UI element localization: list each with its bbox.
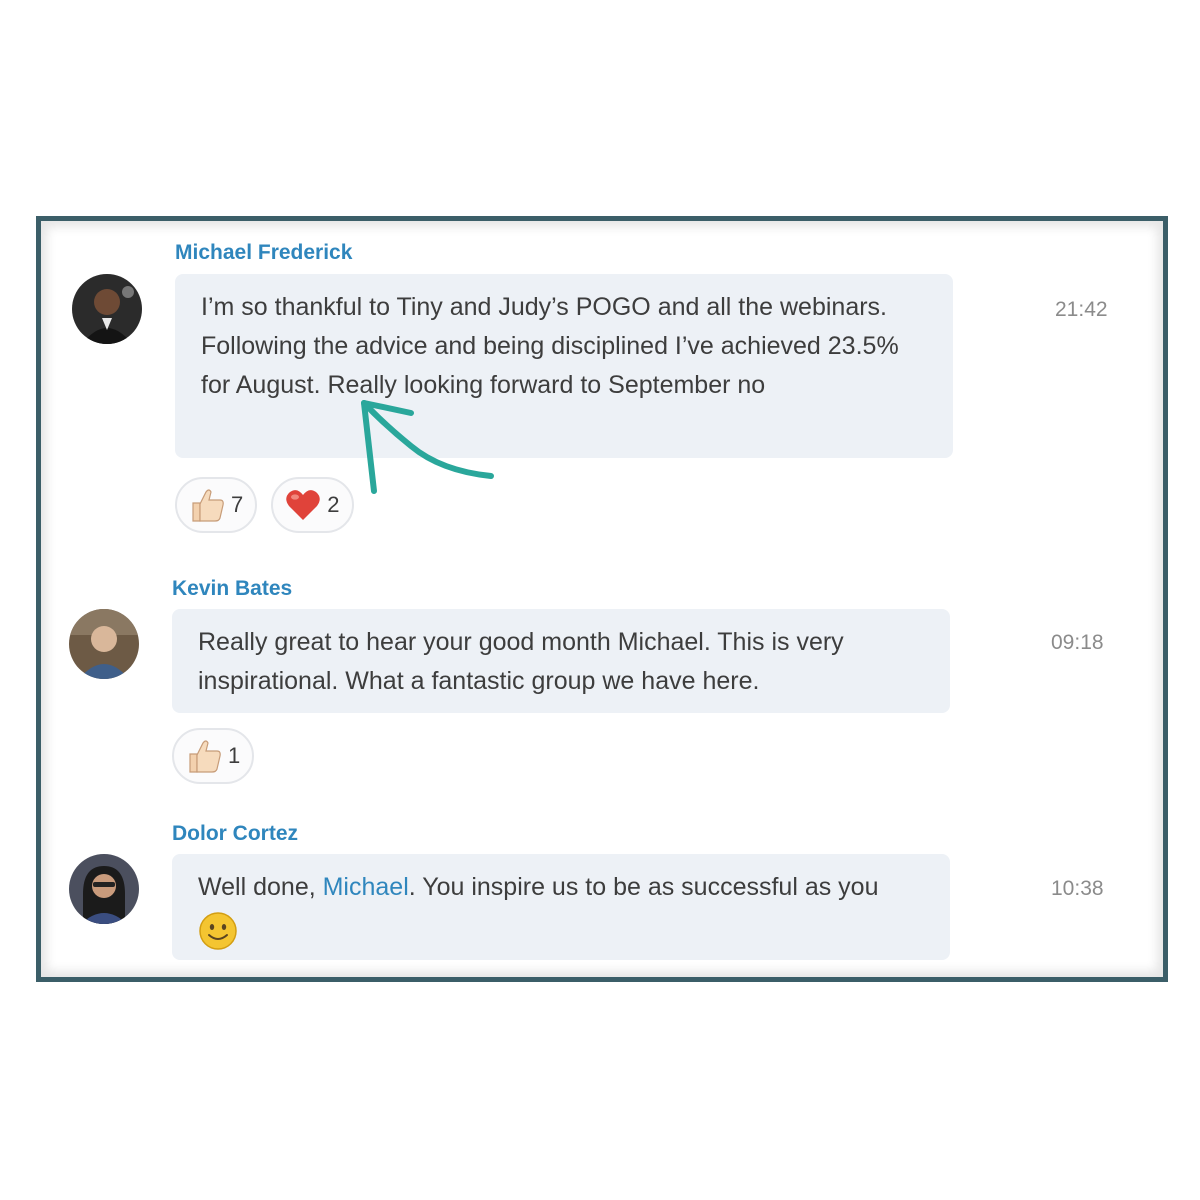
chat-screenshot-frame: Michael Frederick I’m so thankful to Tin… (36, 216, 1168, 982)
avatar-photo (69, 609, 139, 679)
message-bubble: I’m so thankful to Tiny and Judy’s POGO … (175, 274, 953, 458)
smiley-icon (199, 912, 237, 950)
message-time: 21:42 (1055, 298, 1108, 321)
avatar[interactable] (69, 609, 139, 679)
avatar[interactable] (69, 854, 139, 924)
avatar-photo (69, 854, 139, 924)
message-text: . You inspire us to be as successful as … (408, 873, 879, 901)
thumbs-up-icon (192, 489, 224, 522)
reactions-bar: 1 (172, 728, 255, 784)
reaction-count: 7 (231, 492, 244, 517)
reaction-count: 2 (327, 492, 340, 517)
avatar-photo (72, 274, 142, 344)
message-text: Well done, (198, 873, 323, 901)
thumbs-up-icon (189, 740, 221, 773)
message-bubble: Well done, Michael. You inspire us to be… (172, 854, 950, 960)
mention-link[interactable]: Michael (323, 873, 409, 901)
message-time: 09:18 (1051, 631, 1104, 654)
message-author[interactable]: Michael Frederick (175, 241, 352, 265)
message-time: 10:38 (1051, 877, 1104, 900)
avatar[interactable] (72, 274, 142, 344)
message-bubble: Really great to hear your good month Mic… (172, 609, 950, 713)
heart-icon (286, 490, 321, 520)
reaction-heart[interactable]: 2 (271, 477, 354, 533)
reactions-bar: 7 2 (175, 477, 354, 533)
reaction-thumbs-up[interactable]: 1 (172, 728, 255, 784)
message-author[interactable]: Kevin Bates (172, 577, 292, 601)
reaction-count: 1 (228, 743, 241, 768)
message-author[interactable]: Dolor Cortez (172, 822, 298, 846)
reaction-thumbs-up[interactable]: 7 (175, 477, 258, 533)
